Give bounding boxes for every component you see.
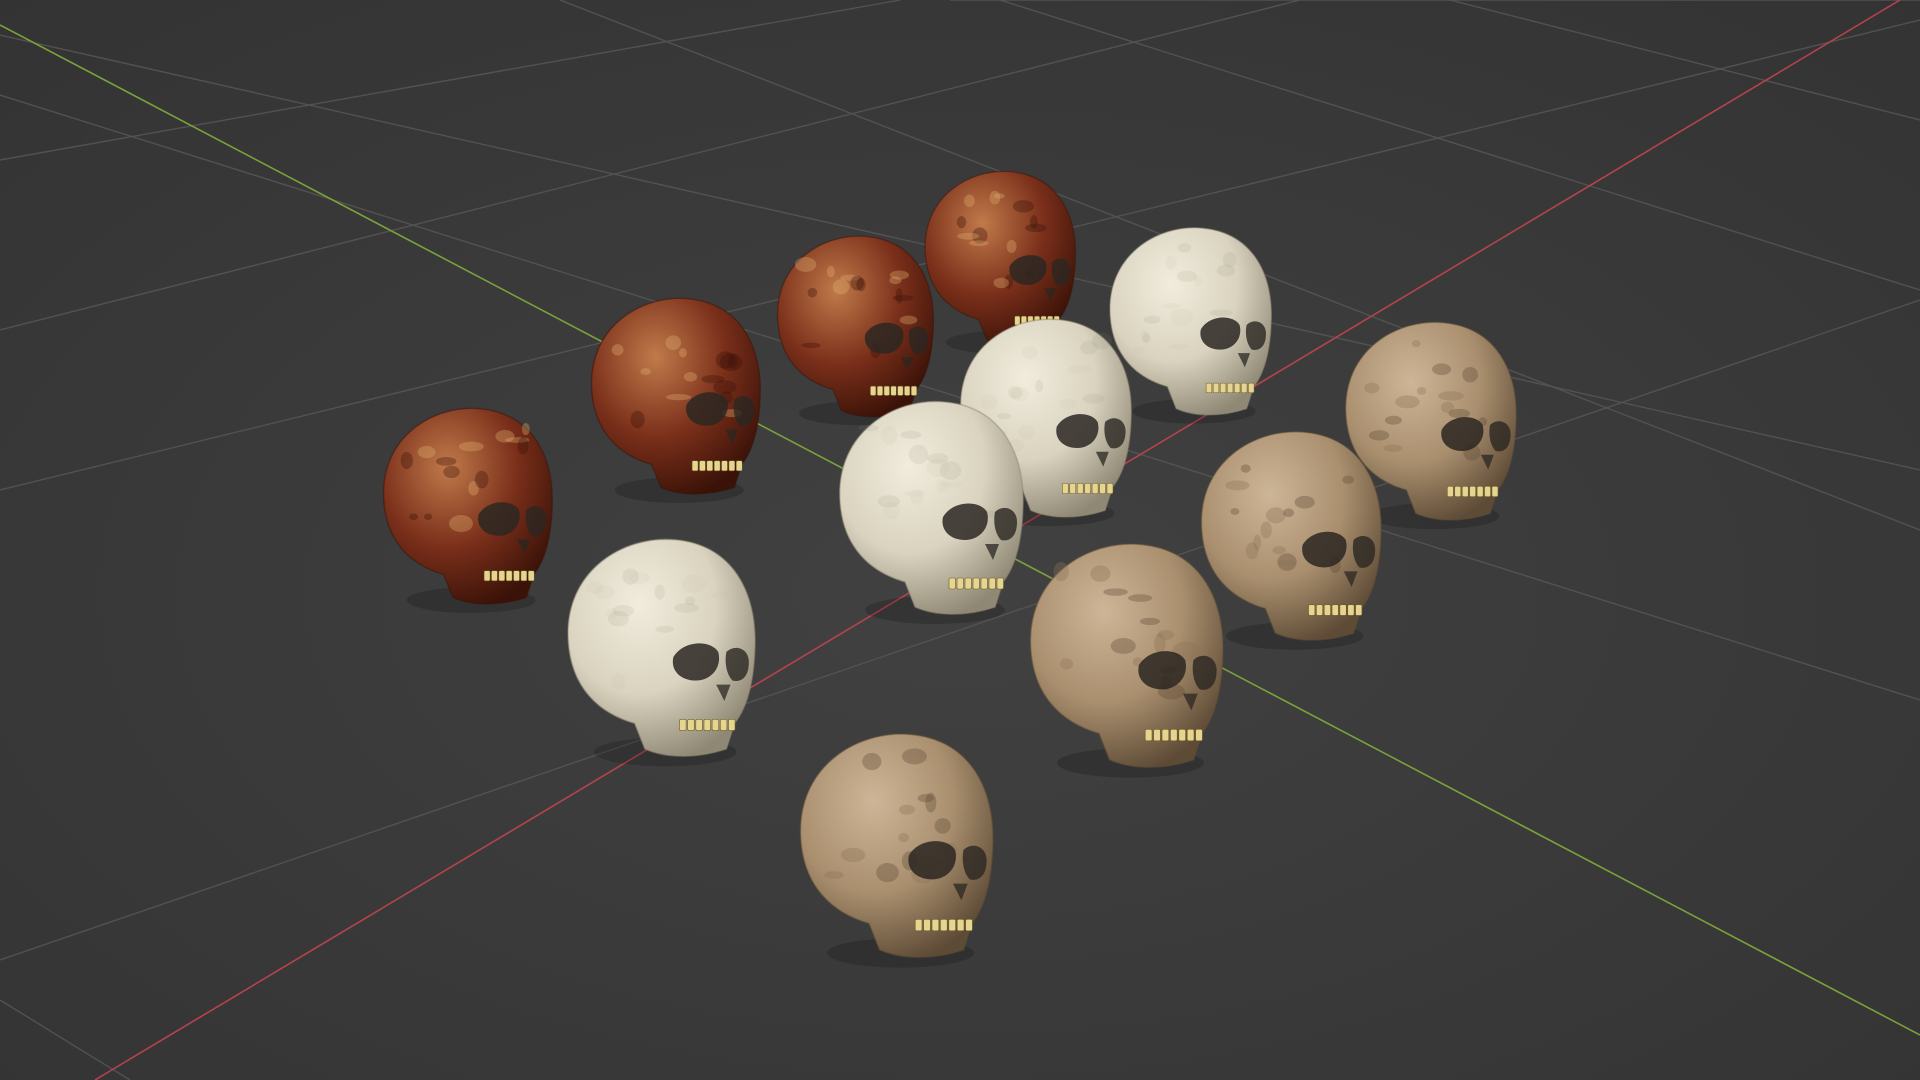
viewport-scene[interactable]: [0, 0, 1920, 1080]
3d-viewport[interactable]: [0, 0, 1920, 1080]
